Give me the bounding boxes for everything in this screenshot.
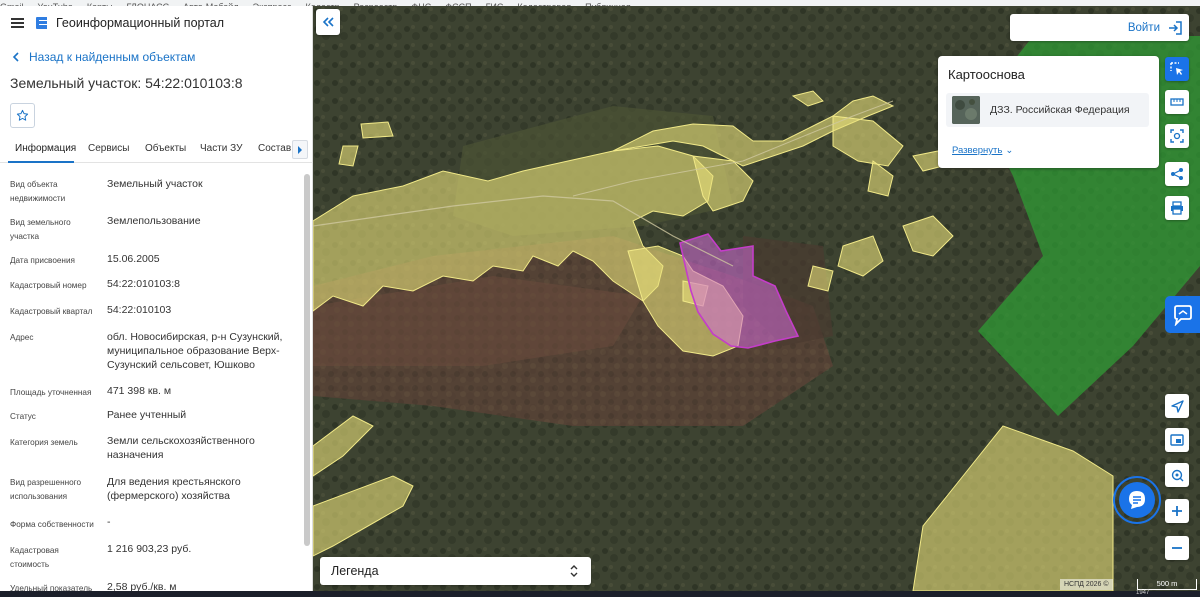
up-down-chevron-icon xyxy=(570,565,578,577)
tab-composition[interactable]: Состав xyxy=(258,143,291,154)
assistant-tab-button[interactable] xyxy=(1165,296,1200,333)
attr-value: 471 398 кв. м xyxy=(107,385,172,397)
login-icon xyxy=(1169,20,1182,35)
panel-scrollbar[interactable] xyxy=(304,174,310,546)
app-title: Геоинформационный портал xyxy=(56,16,225,30)
back-to-results-link[interactable]: Назад к найденным объектам xyxy=(0,48,312,66)
attr-value: - xyxy=(107,516,111,528)
printer-icon xyxy=(1171,201,1183,215)
attr-value: 54:22:010103 xyxy=(107,304,172,316)
zoom-out-button[interactable] xyxy=(1165,536,1189,560)
legend-dropdown[interactable]: Легенда xyxy=(320,557,591,585)
speech-bubble-icon xyxy=(1173,304,1192,326)
attr-label: Площадь уточненная xyxy=(10,388,92,397)
basemap-name: ДЗЗ. Российская Федерация xyxy=(990,104,1130,116)
expand-basemaps-link[interactable]: Развернуть ⌄ xyxy=(952,145,1013,156)
attr-value: Ранее учтенный xyxy=(107,409,187,421)
navigation-arrow-icon xyxy=(1170,399,1184,413)
basemap-thumbnail xyxy=(952,96,980,124)
login-button[interactable]: Войти xyxy=(1010,14,1189,41)
tabs-scroll-right-button[interactable] xyxy=(292,140,308,159)
minimap-icon xyxy=(1170,434,1184,446)
chat-icon xyxy=(1129,491,1145,509)
chevron-down-icon: ⌄ xyxy=(1005,145,1014,156)
back-link-label: Назад к найденным объектам xyxy=(29,50,196,64)
attr-value: 2,58 руб./кв. м xyxy=(107,581,177,591)
attr-label: Статус xyxy=(10,412,36,421)
attr-value: 1 216 903,23 руб. xyxy=(107,543,192,555)
tab-objects[interactable]: Объекты xyxy=(145,143,186,154)
chevron-right-icon xyxy=(298,145,302,154)
map-scale-bar: 500 m xyxy=(1137,579,1197,590)
ruler-icon xyxy=(1170,98,1184,106)
object-info-panel: Геоинформационный портал Назад к найденн… xyxy=(0,6,313,591)
login-label: Войти xyxy=(1127,21,1160,34)
attr-value: 15.06.2005 xyxy=(107,253,160,265)
legend-label: Легенда xyxy=(331,564,379,578)
menu-icon[interactable] xyxy=(11,18,24,28)
object-title: Земельный участок: 54:22:010103:8 xyxy=(10,75,243,91)
attr-label: Форма собственности xyxy=(10,520,94,529)
map-view[interactable]: Войти Картооснова ДЗЗ. Российская Федера… xyxy=(313,6,1200,591)
attr-value: Для ведения крестьянского (фермерского) … xyxy=(107,476,241,502)
footer-fragment: 1947 xyxy=(1136,590,1150,596)
info-tabs: Информация Сервисы Объекты Части ЗУ Сост… xyxy=(0,137,312,163)
portal-logo-icon xyxy=(36,17,47,29)
favorite-button[interactable] xyxy=(10,103,35,128)
basemap-panel: Картооснова ДЗЗ. Российская Федерация Ра… xyxy=(938,56,1159,168)
attr-label: Кадастровая стоимость xyxy=(10,546,59,569)
find-location-button[interactable] xyxy=(1165,463,1189,487)
attr-value: Землепользование xyxy=(107,215,201,227)
chat-button[interactable] xyxy=(1113,476,1161,524)
layers-tool-button[interactable] xyxy=(1165,57,1189,81)
tab-services[interactable]: Сервисы xyxy=(88,143,129,154)
geolocation-button[interactable] xyxy=(1165,394,1189,418)
measure-tool-button[interactable] xyxy=(1165,90,1189,114)
attr-label: Вид разрешенного использования xyxy=(10,478,82,501)
zoom-in-button[interactable] xyxy=(1165,499,1189,523)
chevron-left-icon xyxy=(12,52,19,62)
double-chevron-left-icon xyxy=(322,17,334,27)
attr-value: Земельный участок xyxy=(107,178,203,190)
select-area-icon xyxy=(1170,62,1183,75)
tab-parts[interactable]: Части ЗУ xyxy=(200,143,242,154)
attr-value: обл. Новосибирская, р-н Сузунский, муниц… xyxy=(107,331,283,371)
active-tab-indicator xyxy=(8,161,74,163)
attr-label: Дата присвоения xyxy=(10,256,75,265)
share-button[interactable] xyxy=(1165,162,1189,186)
attr-value: Земли сельскохозяйственного назначения xyxy=(107,435,255,461)
attr-label: Вид объекта недвижимости xyxy=(10,180,66,203)
collapse-panel-button[interactable] xyxy=(316,9,340,35)
attr-label: Адрес xyxy=(10,333,34,342)
minimap-button[interactable] xyxy=(1165,428,1189,452)
chat-button-core xyxy=(1119,482,1155,518)
attr-label: Вид земельного участка xyxy=(10,218,71,241)
panel-header: Геоинформационный портал xyxy=(0,6,312,40)
print-button[interactable] xyxy=(1165,196,1189,220)
attr-label: Кадастровый квартал xyxy=(10,307,93,316)
location-pin-icon xyxy=(1171,469,1183,481)
tab-info[interactable]: Информация xyxy=(15,143,76,154)
attr-label: Категория земель xyxy=(10,438,78,447)
share-icon xyxy=(1171,168,1183,180)
basemap-option[interactable]: ДЗЗ. Российская Федерация xyxy=(946,93,1149,127)
attr-label: Удельный показатель xyxy=(10,584,93,591)
taskbar xyxy=(0,591,1200,597)
attr-value: 54:22:010103:8 xyxy=(107,278,180,290)
select-objects-tool-button[interactable] xyxy=(1165,124,1189,148)
basemap-title: Картооснова xyxy=(948,67,1025,82)
plus-icon xyxy=(1172,506,1182,516)
map-attribution: НСПД 2026 © xyxy=(1060,579,1113,590)
expand-label: Развернуть xyxy=(952,145,1003,156)
minus-icon xyxy=(1172,547,1182,549)
attr-label: Кадастровый номер xyxy=(10,281,87,290)
frame-select-icon xyxy=(1170,129,1184,143)
star-icon xyxy=(16,109,29,121)
